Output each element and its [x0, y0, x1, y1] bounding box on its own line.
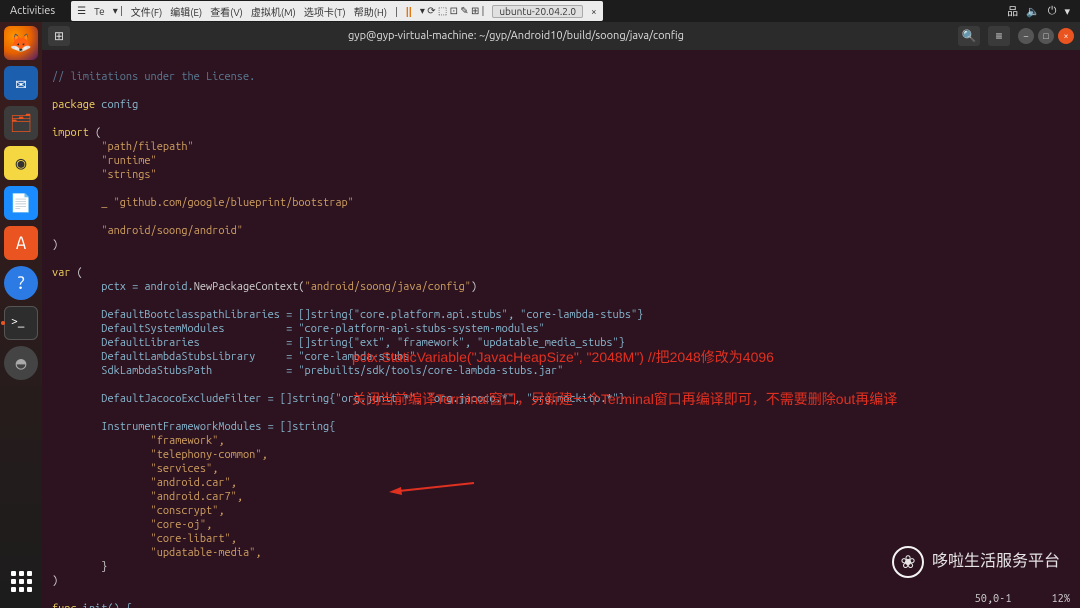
wechat-icon: ❀	[892, 546, 924, 578]
code-line: import	[52, 127, 89, 139]
dock-files[interactable]: 🗂	[4, 106, 38, 140]
annotation-1: pctx.StaticVariable("JavacHeapSize", "20…	[352, 350, 774, 364]
dock-disc[interactable]: ◓	[4, 346, 38, 380]
dock-writer[interactable]: 📄	[4, 186, 38, 220]
activities-button[interactable]: Activities	[0, 5, 65, 17]
code-line: "telephony-common",	[52, 449, 268, 461]
vm-menu-file[interactable]: 文件(F)	[131, 4, 163, 19]
gnome-top-panel: Activities ☰ Te ▾ | 文件(F) 编辑(E) 查看(V) 虚拟…	[0, 0, 1080, 22]
vm-icon: ☰	[77, 5, 86, 17]
dropdown-icon: ▾	[1064, 5, 1070, 18]
editor-content[interactable]: // limitations under the License. packag…	[42, 50, 1080, 608]
code-line: "android.car7",	[52, 491, 243, 503]
code-line: "conscrypt",	[52, 505, 224, 517]
vm-tab-close-icon[interactable]: ×	[591, 6, 597, 17]
vm-menu-view[interactable]: 查看(V)	[210, 4, 243, 19]
code-line: }	[52, 561, 107, 573]
vm-pause-icon[interactable]: ||	[406, 6, 412, 17]
vm-menu-bar[interactable]: ☰ Te ▾ | 文件(F) 编辑(E) 查看(V) 虚拟机(M) 选项卡(T)…	[71, 1, 603, 21]
code-line: "android.car",	[52, 477, 237, 489]
code-line: "core-libart",	[52, 533, 237, 545]
search-icon[interactable]: 🔍	[958, 26, 980, 46]
code-line: InstrumentFrameworkModules = []string{	[52, 421, 335, 433]
vm-menu-edit[interactable]: 编辑(E)	[170, 4, 202, 19]
code-line: "android/soong/android"	[52, 225, 243, 237]
code-line: DefaultLibraries = []string{"ext", "fram…	[52, 337, 625, 349]
menu-button[interactable]: ≡	[988, 26, 1010, 46]
annotation-2: 关闭当前编译Terminal窗口，另新建一个Terminal窗口再编译即可，不需…	[352, 392, 897, 406]
vm-menu-te[interactable]: Te	[94, 6, 105, 17]
code-line: "strings"	[52, 169, 157, 181]
dock-software[interactable]: A	[4, 226, 38, 260]
maximize-button[interactable]: □	[1038, 28, 1054, 44]
network-icon: 品	[1007, 3, 1018, 19]
status-menu[interactable]: 品 🔈 ⏻ ▾	[1007, 3, 1080, 19]
minimize-button[interactable]: –	[1018, 28, 1034, 44]
code-line: SdkLambdaStubsPath = "prebuilts/sdk/tool…	[52, 365, 563, 377]
code-line: func	[52, 603, 77, 608]
vim-statusbar: 50,0-1 12%	[975, 592, 1070, 606]
sound-icon: 🔈	[1026, 5, 1040, 18]
watermark-text: 哆啦生活服务平台	[932, 555, 1060, 569]
dock-rhythmbox[interactable]: ◉	[4, 146, 38, 180]
terminal-titlebar[interactable]: ⊞ gyp@gyp-virtual-machine: ~/gyp/Android…	[42, 22, 1080, 50]
vm-tab[interactable]: ubuntu-20.04.2.0	[492, 5, 583, 18]
code-line: // limitations under the License.	[52, 71, 255, 83]
annotation-arrow	[352, 467, 437, 481]
window-title: gyp@gyp-virtual-machine: ~/gyp/Android10…	[74, 30, 958, 42]
code-line: DefaultBootclasspathLibraries = []string…	[52, 309, 643, 321]
watermark: ❀ 哆啦生活服务平台	[892, 546, 1060, 578]
code-line: )	[52, 575, 58, 587]
dock-terminal[interactable]	[4, 306, 38, 340]
dock-show-apps[interactable]	[4, 564, 38, 598]
vm-menu-tabs[interactable]: 选项卡(T)	[304, 4, 346, 19]
vm-menu-help[interactable]: 帮助(H)	[354, 4, 387, 19]
terminal-window: ⊞ gyp@gyp-virtual-machine: ~/gyp/Android…	[42, 22, 1080, 608]
code-line: package	[52, 99, 95, 111]
vm-toolbar-icons[interactable]: ▾ ⟳ ⬚ ⊡ ✎ ⊞ |	[420, 5, 484, 17]
ubuntu-dock: 🦊 ✉ 🗂 ◉ 📄 A ? ◓	[0, 22, 42, 608]
close-button[interactable]: ×	[1058, 28, 1074, 44]
code-line: )	[52, 239, 58, 251]
code-line: "path/filepath"	[52, 141, 194, 153]
dock-help[interactable]: ?	[4, 266, 38, 300]
scroll-pct: 12%	[1052, 592, 1070, 606]
code-line: "services",	[52, 463, 218, 475]
code-line: "runtime"	[52, 155, 157, 167]
code-line: _ "github.com/google/blueprint/bootstrap…	[52, 197, 354, 209]
code-line: var	[52, 267, 70, 279]
new-tab-button[interactable]: ⊞	[48, 26, 70, 46]
dock-thunderbird[interactable]: ✉	[4, 66, 38, 100]
code-line: "framework",	[52, 435, 224, 447]
dock-firefox[interactable]: 🦊	[4, 26, 38, 60]
code-line: "core-oj",	[52, 519, 212, 531]
code-line: pctx = android.	[52, 281, 194, 293]
code-line: DefaultSystemModules = "core-platform-ap…	[52, 323, 545, 335]
vm-sep: ▾ |	[113, 5, 123, 17]
code-line: "updatable-media",	[52, 547, 261, 559]
power-icon: ⏻	[1048, 5, 1057, 18]
vm-menu-vm[interactable]: 虚拟机(M)	[251, 4, 296, 19]
cursor-pos: 50,0-1	[975, 592, 1012, 606]
